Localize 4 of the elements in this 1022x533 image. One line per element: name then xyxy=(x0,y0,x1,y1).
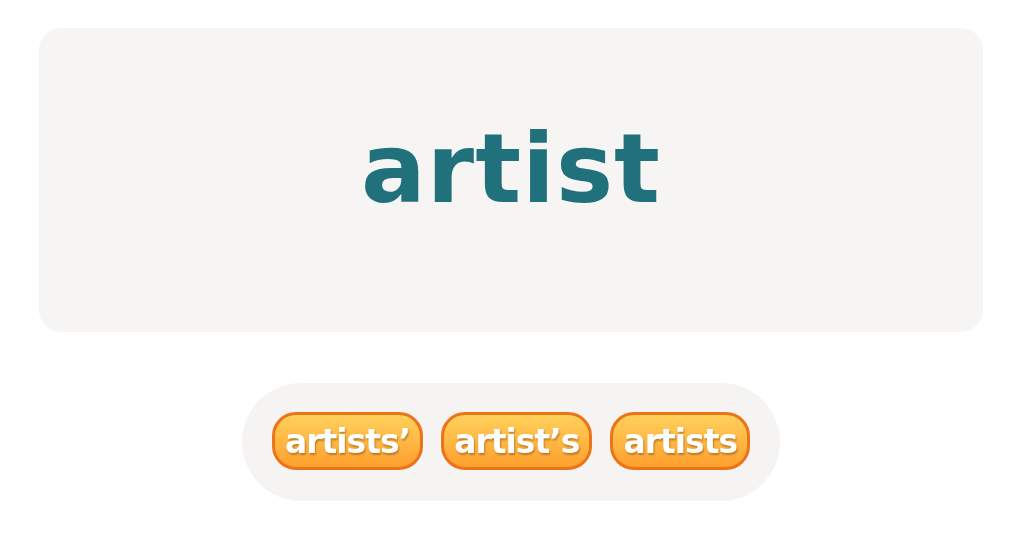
answer-button[interactable]: artist’s xyxy=(441,412,593,470)
answer-button[interactable]: artists’ xyxy=(271,412,424,470)
answer-button[interactable]: artists xyxy=(610,412,751,470)
word-text: artist xyxy=(361,113,661,227)
